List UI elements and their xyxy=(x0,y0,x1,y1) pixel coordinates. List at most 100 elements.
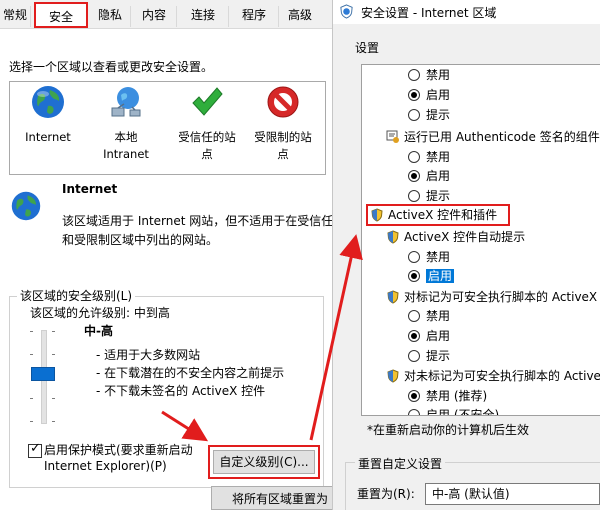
radio-button[interactable] xyxy=(408,69,420,81)
radio-button[interactable] xyxy=(408,151,420,163)
level-bullet: - 不下载未签名的 ActiveX 控件 xyxy=(96,384,266,398)
setting-header-row[interactable]: ActiveX 控件自动提示 xyxy=(386,227,525,247)
tab-connections[interactable]: 连接 xyxy=(178,6,229,27)
settings-tree[interactable]: 禁用 启用 提示 运行已用 Authenticode 签名的组件 禁用 启用 提… xyxy=(361,64,600,416)
setting-header-label: 运行已用 Authenticode 签名的组件 xyxy=(404,130,600,144)
tab-programs[interactable]: 程序 xyxy=(230,6,279,27)
title-bar: 安全设置 - Internet 区域 xyxy=(333,0,600,24)
settings-label: 设置 xyxy=(355,41,380,55)
zone-local-intranet[interactable]: 本地 Intranet xyxy=(90,84,162,163)
certificate-icon xyxy=(386,130,399,143)
radio-button[interactable] xyxy=(408,330,420,342)
level-bullet: - 适用于大多数网站 xyxy=(96,348,201,362)
security-settings-dialog: 安全设置 - Internet 区域 设置 禁用 启用 提示 运行已用 Auth… xyxy=(332,0,600,510)
radio-option-row[interactable]: 启用 (不安全) xyxy=(408,405,500,416)
tab-security[interactable]: 安全 xyxy=(34,2,88,28)
tab-content[interactable]: 内容 xyxy=(132,6,177,27)
zone-label: 本地 xyxy=(114,130,138,144)
reset-level-select[interactable]: 中-高 (默认值) xyxy=(425,483,600,505)
allowed-levels-text: 该区域的允许级别: 中到高 xyxy=(30,306,170,320)
radio-option-row[interactable]: 启用 xyxy=(408,266,455,286)
protected-mode-checkbox[interactable]: ✓ xyxy=(28,441,42,458)
radio-option-row[interactable]: 提示 xyxy=(408,346,450,366)
radio-label-selected: 启用 xyxy=(426,269,455,283)
radio-label: 提示 xyxy=(426,349,451,363)
tab-bar: 常规 安全 隐私 内容 连接 程序 高级 xyxy=(0,0,332,29)
zone-label: Intranet xyxy=(103,147,149,161)
radio-option-row[interactable]: 禁用 xyxy=(408,147,450,167)
setting-category-row[interactable]: ActiveX 控件和插件 xyxy=(370,205,497,225)
radio-option-row[interactable]: 启用 xyxy=(408,326,450,346)
security-level-name: 中-高 xyxy=(84,324,113,338)
network-globe-icon xyxy=(111,87,141,117)
radio-label: 禁用 xyxy=(426,68,451,82)
radio-button[interactable] xyxy=(408,109,420,121)
shield-globe-icon xyxy=(340,4,353,19)
zone-label: Internet xyxy=(25,130,71,144)
zone-label: 点 xyxy=(277,147,289,161)
zone-label: 受限制的站 xyxy=(254,130,312,144)
radio-button[interactable] xyxy=(408,89,420,101)
radio-option-row[interactable]: 提示 xyxy=(408,105,450,125)
zone-restricted-sites[interactable]: 受限制的站 点 xyxy=(244,84,322,163)
setting-header-row[interactable]: 对未标记为可安全执行脚本的 Active xyxy=(386,366,600,386)
radio-button[interactable] xyxy=(408,270,420,282)
zone-list: Internet 本地 Intranet 受信任的站 点 受限制的站 点 xyxy=(9,81,326,175)
radio-button[interactable] xyxy=(408,390,420,402)
internet-options-dialog: 常规 安全 隐私 内容 连接 程序 高级 选择一个区域以查看或更改安全设置。 I… xyxy=(0,0,332,510)
radio-option-row[interactable]: 提示 xyxy=(408,186,450,206)
group-title: 该区域的安全级别(L) xyxy=(17,288,136,304)
radio-button[interactable] xyxy=(408,310,420,322)
radio-option-row[interactable]: 禁用 (推荐) xyxy=(408,386,487,406)
radio-label: 禁用 (推荐) xyxy=(426,389,488,403)
radio-option-row[interactable]: 禁用 xyxy=(408,65,450,85)
setting-header-label: 对未标记为可安全执行脚本的 Active xyxy=(404,369,600,383)
protected-mode-label: 启用保护模式(要求重新启动 xyxy=(44,443,193,457)
shield-icon xyxy=(387,290,399,304)
globe-icon xyxy=(11,191,41,221)
security-slider-thumb[interactable] xyxy=(31,367,55,381)
radio-option-row[interactable]: 启用 xyxy=(408,85,450,105)
shield-icon xyxy=(387,369,399,383)
tab-privacy[interactable]: 隐私 xyxy=(90,6,131,27)
radio-button[interactable] xyxy=(408,350,420,362)
radio-label: 启用 (不安全) xyxy=(426,408,500,416)
radio-label: 启用 xyxy=(426,88,451,102)
dialog-title: 安全设置 - Internet 区域 xyxy=(361,6,497,20)
radio-option-row[interactable]: 禁用 xyxy=(408,247,450,267)
radio-label: 提示 xyxy=(426,108,451,122)
radio-label: 禁用 xyxy=(426,150,451,164)
shield-icon xyxy=(387,230,399,244)
custom-level-button[interactable]: 自定义级别(C)... xyxy=(208,445,320,479)
reset-level-value: 中-高 (默认值) xyxy=(432,487,510,501)
green-check-icon xyxy=(192,87,223,116)
radio-label: 提示 xyxy=(426,189,451,203)
radio-option-row[interactable]: 启用 xyxy=(408,166,450,186)
radio-button[interactable] xyxy=(408,170,420,182)
radio-button[interactable] xyxy=(408,409,420,415)
radio-button[interactable] xyxy=(408,251,420,263)
reset-to-label: 重置为(R): xyxy=(357,487,415,501)
zone-description-line1: 该区域适用于 Internet 网站，但不适用于在受信任 xyxy=(62,214,332,228)
red-prohibited-icon xyxy=(267,86,299,118)
protected-mode-label: Internet Explorer)(P) xyxy=(44,459,167,473)
radio-button[interactable] xyxy=(408,190,420,202)
radio-label: 启用 xyxy=(426,329,451,343)
setting-header-row[interactable]: 运行已用 Authenticode 签名的组件 xyxy=(386,127,600,147)
setting-header-label: 对标记为可安全执行脚本的 ActiveX xyxy=(404,290,598,304)
zone-internet[interactable]: Internet xyxy=(14,84,82,146)
zone-trusted-sites[interactable]: 受信任的站 点 xyxy=(168,84,246,163)
radio-label: 启用 xyxy=(426,169,451,183)
zone-label: 受信任的站 xyxy=(178,130,236,144)
setting-header-row[interactable]: 对标记为可安全执行脚本的 ActiveX xyxy=(386,287,597,307)
zone-title: Internet xyxy=(62,182,118,196)
restart-note: *在重新启动你的计算机后生效 xyxy=(367,423,530,437)
radio-label: 禁用 xyxy=(426,250,451,264)
reset-all-zones-button[interactable]: 将所有区域重置为 xyxy=(211,486,332,510)
tab-general[interactable]: 常规 xyxy=(0,6,31,27)
setting-category-label: ActiveX 控件和插件 xyxy=(388,208,498,222)
tab-advanced[interactable]: 高级 xyxy=(280,6,320,27)
level-bullet: - 在下载潜在的不安全内容之前提示 xyxy=(96,366,285,380)
radio-option-row[interactable]: 禁用 xyxy=(408,306,450,326)
zone-label: 点 xyxy=(201,147,213,161)
